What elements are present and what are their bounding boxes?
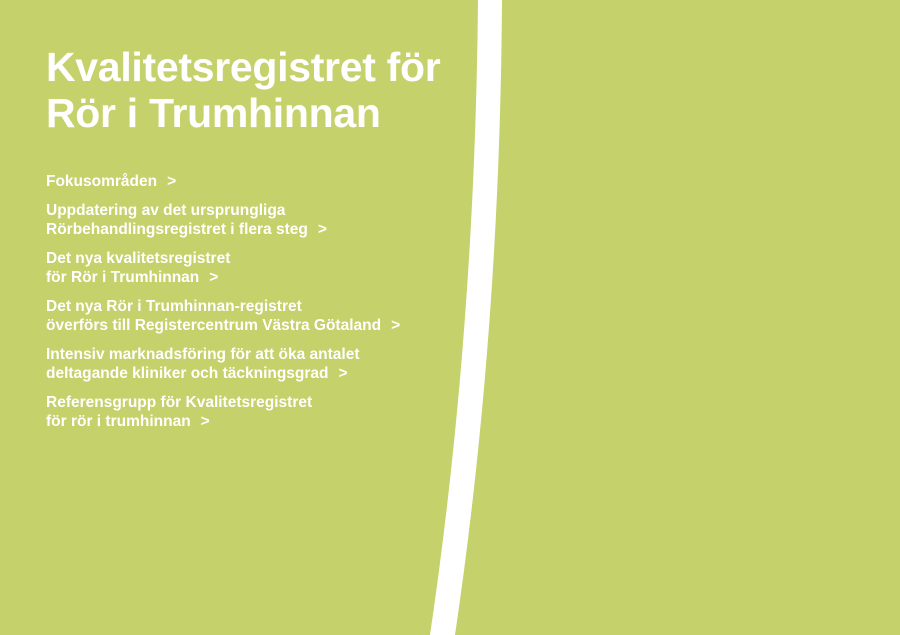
chevron-right-icon: > xyxy=(200,413,210,430)
chevron-right-icon: > xyxy=(167,173,177,190)
link-registercentrum[interactable]: Det nya Rör i Trumhinnan-registret överf… xyxy=(46,297,400,336)
link-fokusomraden[interactable]: Fokusområden > xyxy=(46,172,400,192)
page-title: Kvalitetsregistret för Rör i Trumhinnan xyxy=(46,44,441,136)
link-marknadsforing[interactable]: Intensiv marknadsföring för att öka anta… xyxy=(46,345,400,384)
link-referensgrupp[interactable]: Referensgrupp för Kvalitetsregistret för… xyxy=(46,393,400,432)
link-list: Fokusområden > Uppdatering av det ursprun… xyxy=(46,172,400,441)
chevron-right-icon: > xyxy=(209,269,219,286)
chevron-right-icon: > xyxy=(338,365,348,382)
chevron-right-icon: > xyxy=(317,221,327,238)
link-uppdatering[interactable]: Uppdatering av det ursprungliga Rörbehan… xyxy=(46,201,400,240)
link-nya-kvalitetsregistret[interactable]: Det nya kvalitetsregistret för Rör i Tru… xyxy=(46,249,400,288)
chevron-right-icon: > xyxy=(391,317,401,334)
